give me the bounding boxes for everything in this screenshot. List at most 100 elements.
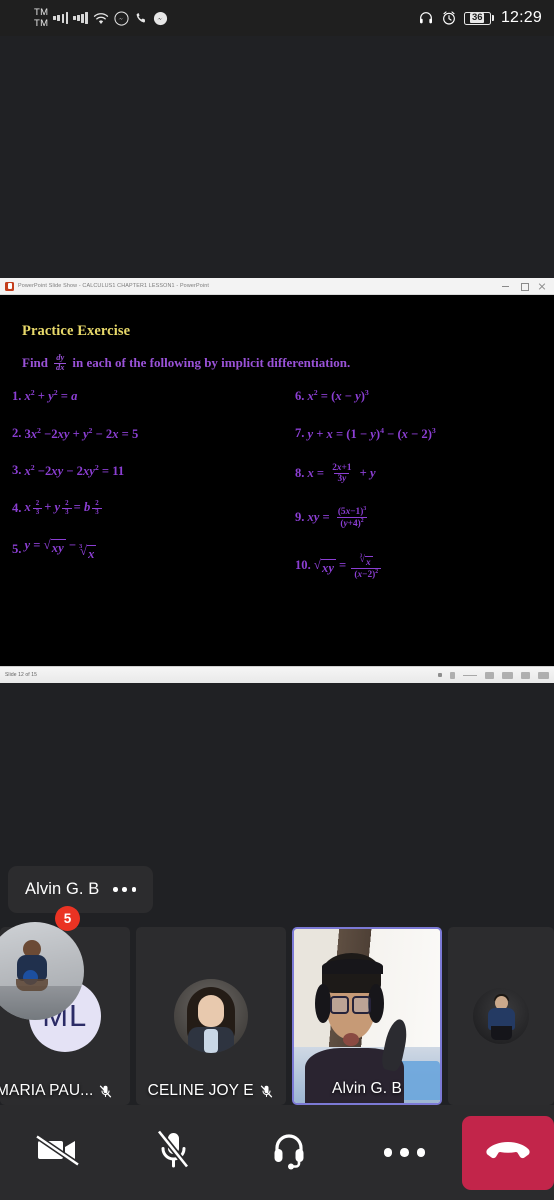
equation-item-6: 6. x2 = (x − y)3 xyxy=(291,388,546,404)
participant-label: CELINE JOY E xyxy=(136,1082,286,1100)
equation-body: xy = (5x−1)3 (y+4)2 xyxy=(307,505,367,530)
equation-item-7: 7. y + x = (1 − y)4 − (x − 2)3 xyxy=(291,426,546,442)
equation-item-3: 3. x2 −2xy − 2xy2 = 11 xyxy=(8,463,277,479)
equation-number: 8. xyxy=(295,466,305,481)
equation-number: 10. xyxy=(295,558,311,573)
avatar xyxy=(473,988,530,1044)
meeting-screen: TM TM 36 12:29 PowerPoint Slide Show - C… xyxy=(0,0,554,1200)
slide-sorter-icon[interactable] xyxy=(521,671,530,679)
headphones-icon xyxy=(418,10,434,26)
status-bar-tools[interactable] xyxy=(438,671,549,679)
powerpoint-status-bar: Slide 12 of 15 xyxy=(0,666,554,683)
equation-body: y + x = (1 − y)4 − (x − 2)3 xyxy=(307,425,436,441)
participant-tile-3-active-speaker[interactable]: Alvin G. B xyxy=(291,927,443,1105)
equation-columns: 1. x2 + y2 = a 2. 3x2 −2xy + y2 − 2x = 5… xyxy=(8,388,546,601)
powerpoint-title-bar: PowerPoint Slide Show - CALCULUS1 CHAPTE… xyxy=(0,278,554,295)
headset-icon xyxy=(272,1130,306,1175)
messenger-icon xyxy=(114,10,129,26)
powerpoint-window[interactable]: PowerPoint Slide Show - CALCULUS1 CHAPTE… xyxy=(0,278,554,683)
shared-screen-area[interactable]: PowerPoint Slide Show - CALCULUS1 CHAPTE… xyxy=(0,36,554,860)
status-bar-right-group: 36 12:29 xyxy=(418,9,542,27)
equation-number: 2. xyxy=(12,426,22,441)
fraction-numerator: dy xyxy=(56,353,65,362)
maximize-icon[interactable] xyxy=(520,283,529,291)
dy-dx-fraction: dy dx xyxy=(54,353,67,372)
self-view-name-pill[interactable]: Alvin G. B xyxy=(8,866,154,913)
intro-prefix: Find xyxy=(22,355,49,371)
audio-output-button[interactable] xyxy=(231,1105,347,1200)
end-call-button-surface[interactable] xyxy=(462,1115,554,1190)
avatar xyxy=(173,979,248,1053)
more-options-button[interactable] xyxy=(347,1105,463,1200)
equation-column-left: 1. x2 + y2 = a 2. 3x2 −2xy + y2 − 2x = 5… xyxy=(8,388,277,601)
slide-heading: Practice Exercise xyxy=(22,323,131,339)
messenger-icon-2 xyxy=(153,11,168,26)
battery-indicator: 36 xyxy=(463,11,494,25)
end-call-button[interactable] xyxy=(462,1105,554,1200)
self-view-name: Alvin G. B xyxy=(25,880,100,898)
signal-bars-sim2-icon xyxy=(73,12,89,25)
intro-suffix: in each of the following by implicit dif… xyxy=(72,355,351,371)
reading-view-icon[interactable] xyxy=(502,671,513,679)
participant-tile-2[interactable]: CELINE JOY E xyxy=(135,927,286,1105)
equation-item-4: 4. x 2 3 + y 2 3 = b23 xyxy=(8,500,277,517)
equation-body: x 2 3 + y 2 3 = b23 xyxy=(24,500,103,517)
ellipsis-icon xyxy=(383,1148,425,1157)
window-controls[interactable] xyxy=(502,283,551,291)
equation-item-5: 5. y = √ xy − 3 √ x xyxy=(8,536,277,562)
carrier-labels: TM TM xyxy=(34,7,48,29)
pointer-tool-icon[interactable] xyxy=(438,673,442,677)
equation-number: 3. xyxy=(12,463,22,478)
equation-item-1: 1. x2 + y2 = a xyxy=(8,388,277,404)
equation-number: 9. xyxy=(295,510,305,525)
powerpoint-window-title: PowerPoint Slide Show - CALCULUS1 CHAPTE… xyxy=(18,283,210,289)
notification-badge[interactable]: 5 xyxy=(55,906,80,931)
equation-body: x2 −2xy − 2xy2 = 11 xyxy=(24,462,125,479)
equation-body: x2 + y2 = a xyxy=(24,388,78,404)
equation-number: 5. xyxy=(12,542,22,557)
microphone-off-button[interactable] xyxy=(116,1105,232,1200)
equation-number: 6. xyxy=(295,389,305,404)
alarm-clock-icon xyxy=(441,10,457,26)
call-controls-bar[interactable] xyxy=(0,1105,554,1200)
equation-item-8: 8. x = 2x+1 3y + y xyxy=(291,463,546,485)
signal-bars-sim1-icon xyxy=(53,12,69,25)
participant-name: MARIA PAU... xyxy=(0,1082,94,1099)
microphone-off-icon xyxy=(98,1083,113,1100)
equation-number: 1. xyxy=(12,389,22,404)
video-feed xyxy=(293,929,441,1103)
equation-item-2: 2. 3x2 −2xy + y2 − 2x = 5 xyxy=(8,426,277,442)
camera-off-button[interactable] xyxy=(0,1105,116,1200)
participant-label: MARIA PAU... xyxy=(0,1082,126,1100)
zoom-slider[interactable] xyxy=(463,674,477,676)
status-bar-clock: 12:29 xyxy=(500,9,542,26)
equation-body: x2 = (x − y)3 xyxy=(307,388,369,404)
notes-view-icon[interactable] xyxy=(485,671,494,679)
participant-label: Alvin G. B xyxy=(294,1080,440,1098)
slide-content: Practice Exercise Find dy dx in each of … xyxy=(0,295,554,666)
equation-body: x = 2x+1 3y + y xyxy=(307,462,376,485)
phone-call-icon xyxy=(134,11,148,25)
status-bar-left-group: TM TM xyxy=(34,7,168,29)
fit-slide-icon[interactable] xyxy=(538,671,549,679)
minimize-icon[interactable] xyxy=(502,283,509,290)
close-icon[interactable] xyxy=(538,283,545,290)
ellipsis-icon[interactable] xyxy=(113,887,137,892)
equation-number: 7. xyxy=(295,426,305,441)
participant-tile-4[interactable] xyxy=(448,927,554,1105)
microphone-off-icon xyxy=(156,1129,190,1175)
phone-hangup-icon xyxy=(485,1138,531,1167)
equation-body: y = √ xy − 3 √ x xyxy=(24,536,97,561)
battery-level-text: 36 xyxy=(470,12,485,23)
powerpoint-app-icon xyxy=(5,281,14,291)
fraction-denominator: dx xyxy=(54,362,67,372)
participant-name: Alvin G. B xyxy=(332,1080,402,1097)
wifi-icon xyxy=(93,12,109,25)
equation-item-10: 10. √ xy = 3 √ x (x−2)2 xyxy=(291,551,546,581)
participant-name: CELINE JOY E xyxy=(147,1082,254,1099)
microphone-off-icon xyxy=(259,1083,274,1100)
slide-position-text: Slide 12 of 15 xyxy=(5,672,37,678)
android-status-bar: TM TM 36 12:29 xyxy=(0,0,554,36)
slide-intro-line: Find dy dx in each of the following by i… xyxy=(22,353,546,372)
pen-tool-icon[interactable] xyxy=(450,671,455,679)
